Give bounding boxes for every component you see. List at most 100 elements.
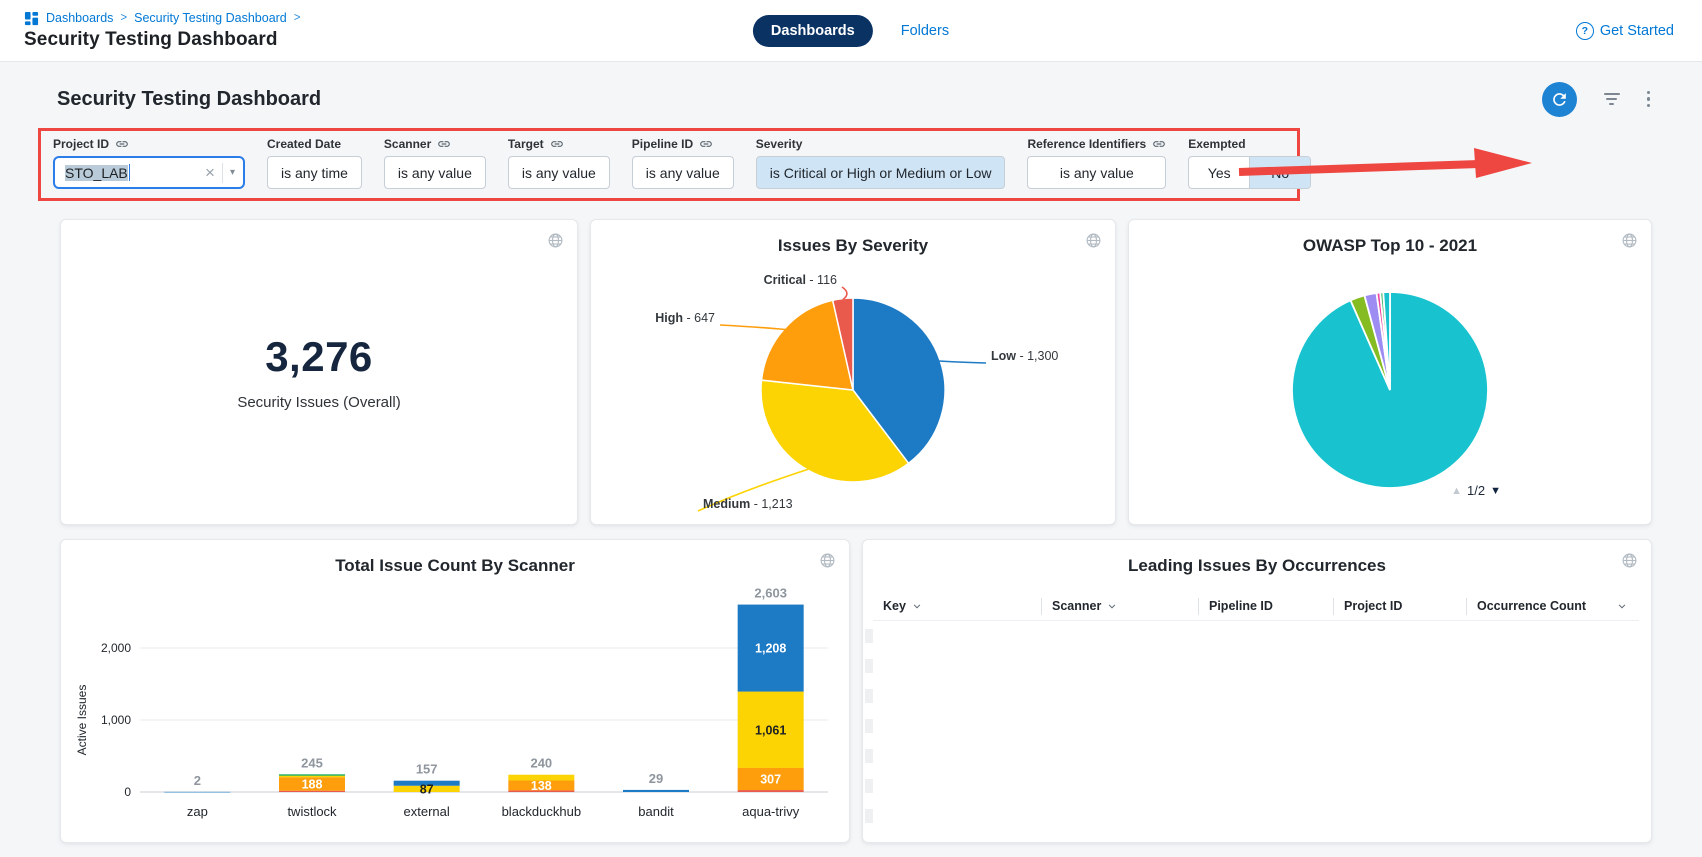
svg-text:87: 87 [420,782,434,796]
input-value: STO_LAB [65,165,128,181]
svg-text:1,061: 1,061 [755,723,786,737]
filter-label: Scanner [384,137,486,151]
filter-label: Reference Identifiers [1027,137,1166,151]
breadcrumb: Dashboards>Security Testing Dashboard> [24,11,300,26]
column-header-project-id[interactable]: Project ID [1333,598,1466,615]
scanner-bar-chart: 01,0002,000Active Issues2zap188245twistl… [70,580,840,830]
dashboard-toolbar: Security Testing Dashboard [57,84,1650,114]
pipeline-id-value-button[interactable]: is any value [632,156,734,189]
link-icon [1152,137,1166,151]
bar-total-label: 2 [194,773,201,788]
dashboards-grid-icon [24,11,39,26]
option-no[interactable]: No [1249,157,1310,188]
pie-callout-label-low: Low - 1,300 [991,349,1058,363]
clear-icon[interactable]: × [205,164,215,181]
card-leading-issues: Leading Issues By Occurrences KeyScanner… [862,539,1652,843]
link-icon [699,137,713,151]
column-header-scanner[interactable]: Scanner [1041,598,1198,615]
project-id-input[interactable]: STO_LAB × ▾ [53,156,245,189]
breadcrumb-item-dashboards[interactable]: Dashboards [46,11,113,25]
filter-project-id: Project ID STO_LAB × ▾ [53,137,245,189]
owasp-chart-title: OWASP Top 10 - 2021 [1159,236,1621,256]
bar-total-label: 245 [301,755,323,770]
bar-aqua-trivy-red[interactable] [738,790,804,792]
page-indicator: 1/2 [1467,483,1485,498]
bar-bandit-blue[interactable] [623,790,689,792]
filter-label: Pipeline ID [632,137,734,151]
option-yes[interactable]: Yes [1189,157,1249,188]
get-started-label: Get Started [1600,23,1674,39]
tab-folders[interactable]: Folders [901,23,949,39]
filter-label: Exempted [1188,137,1311,151]
bar-zap-blue[interactable] [164,792,230,793]
top-header: Dashboards>Security Testing Dashboard> S… [0,0,1702,62]
bar-category-label: aqua-trivy [742,804,800,819]
page-up-icon[interactable]: ▲ [1451,485,1462,497]
filter-scanner: Scanner is any value [384,137,486,189]
filter-label: Severity [756,137,1006,151]
card-owasp-top-10: OWASP Top 10 - 2021 ▲ 1/2 ▼ [1128,219,1652,525]
pie-callout-label-critical: Critical - 116 [764,273,837,287]
filter-target: Targetis any value [508,137,610,189]
svg-text:1,000: 1,000 [101,713,131,727]
owasp-pagination: ▲ 1/2 ▼ [1451,483,1501,498]
bar-total-label: 240 [530,756,552,771]
target-value-button[interactable]: is any value [508,156,610,189]
help-icon: ? [1576,22,1594,40]
globe-icon[interactable] [819,552,836,569]
globe-icon[interactable] [1621,232,1638,249]
empty-row-stripes [865,629,873,825]
column-header-pipeline-id[interactable]: Pipeline ID [1198,598,1333,615]
column-header-key[interactable]: Key [873,598,1041,615]
page-down-icon[interactable]: ▼ [1490,485,1501,497]
filter-exempted: Exempted YesNo [1188,137,1311,189]
cards-row-1: 3,276 Security Issues (Overall) Issues B… [60,219,1652,525]
filter-created-date: Created Dateis any time [267,137,362,189]
filter-pipeline-id: Pipeline ID is any value [632,137,734,189]
severity-pie-chart: Low - 1,300Medium - 1,213High - 647Criti… [591,260,1115,518]
toolbar-actions [1542,82,1651,117]
more-options-icon[interactable] [1647,91,1651,108]
svg-text:0: 0 [124,785,131,799]
bar-category-label: external [404,804,450,819]
tab-dashboards[interactable]: Dashboards [753,15,873,47]
occurrences-table-header: KeyScannerPipeline IDProject IDOccurrenc… [873,592,1639,621]
refresh-button[interactable] [1542,82,1577,117]
created-date-value-button[interactable]: is any time [267,156,362,189]
column-header-occurrence-count[interactable]: Occurrence Count [1466,598,1639,615]
bar-total-label: 157 [416,762,438,777]
bar-category-label: blackduckhub [502,804,582,819]
link-icon [437,137,451,151]
chevron-down-icon[interactable] [910,599,924,613]
scanner-value-button[interactable]: is any value [384,156,486,189]
breadcrumb-item-security-testing-dashboard[interactable]: Security Testing Dashboard [134,11,287,25]
filter-label: Project ID [53,137,245,151]
filter-icon[interactable] [1603,93,1621,105]
occurrences-table-body [863,621,1651,857]
page-title: Security Testing Dashboard [24,29,300,51]
reference-identifiers-value-button[interactable]: is any value [1027,156,1166,189]
bar-twistlock-green[interactable] [279,774,345,775]
svg-text:188: 188 [302,777,323,791]
bar-total-label: 29 [649,771,663,786]
severity-chart-title: Issues By Severity [621,236,1085,256]
breadcrumb-separator: > [120,12,127,24]
filter-bar: Project ID STO_LAB × ▾ Created Dateis any ti… [38,128,1300,201]
svg-text:1,208: 1,208 [755,642,786,656]
globe-icon[interactable] [1085,232,1102,249]
severity-value-button[interactable]: is Critical or High or Medium or Low [756,156,1006,189]
text-cursor [129,164,131,181]
cards-row-2: Total Issue Count By Scanner 01,0002,000… [60,539,1652,843]
filter-severity: Severity is Critical or High or Medium or… [756,137,1006,189]
globe-icon[interactable] [1621,552,1638,569]
dropdown-caret-icon[interactable]: ▾ [230,167,235,178]
bar-category-label: bandit [638,804,674,819]
y-axis-label: Active Issues [75,685,89,756]
chevron-down-icon[interactable] [1105,599,1119,613]
link-icon [550,137,564,151]
exempted-toggle: YesNo [1188,156,1311,189]
chevron-down-icon[interactable] [1615,599,1629,613]
bar-total-label: 2,603 [754,586,787,601]
get-started-link[interactable]: ? Get Started [1576,22,1674,40]
svg-text:2,000: 2,000 [101,641,131,655]
